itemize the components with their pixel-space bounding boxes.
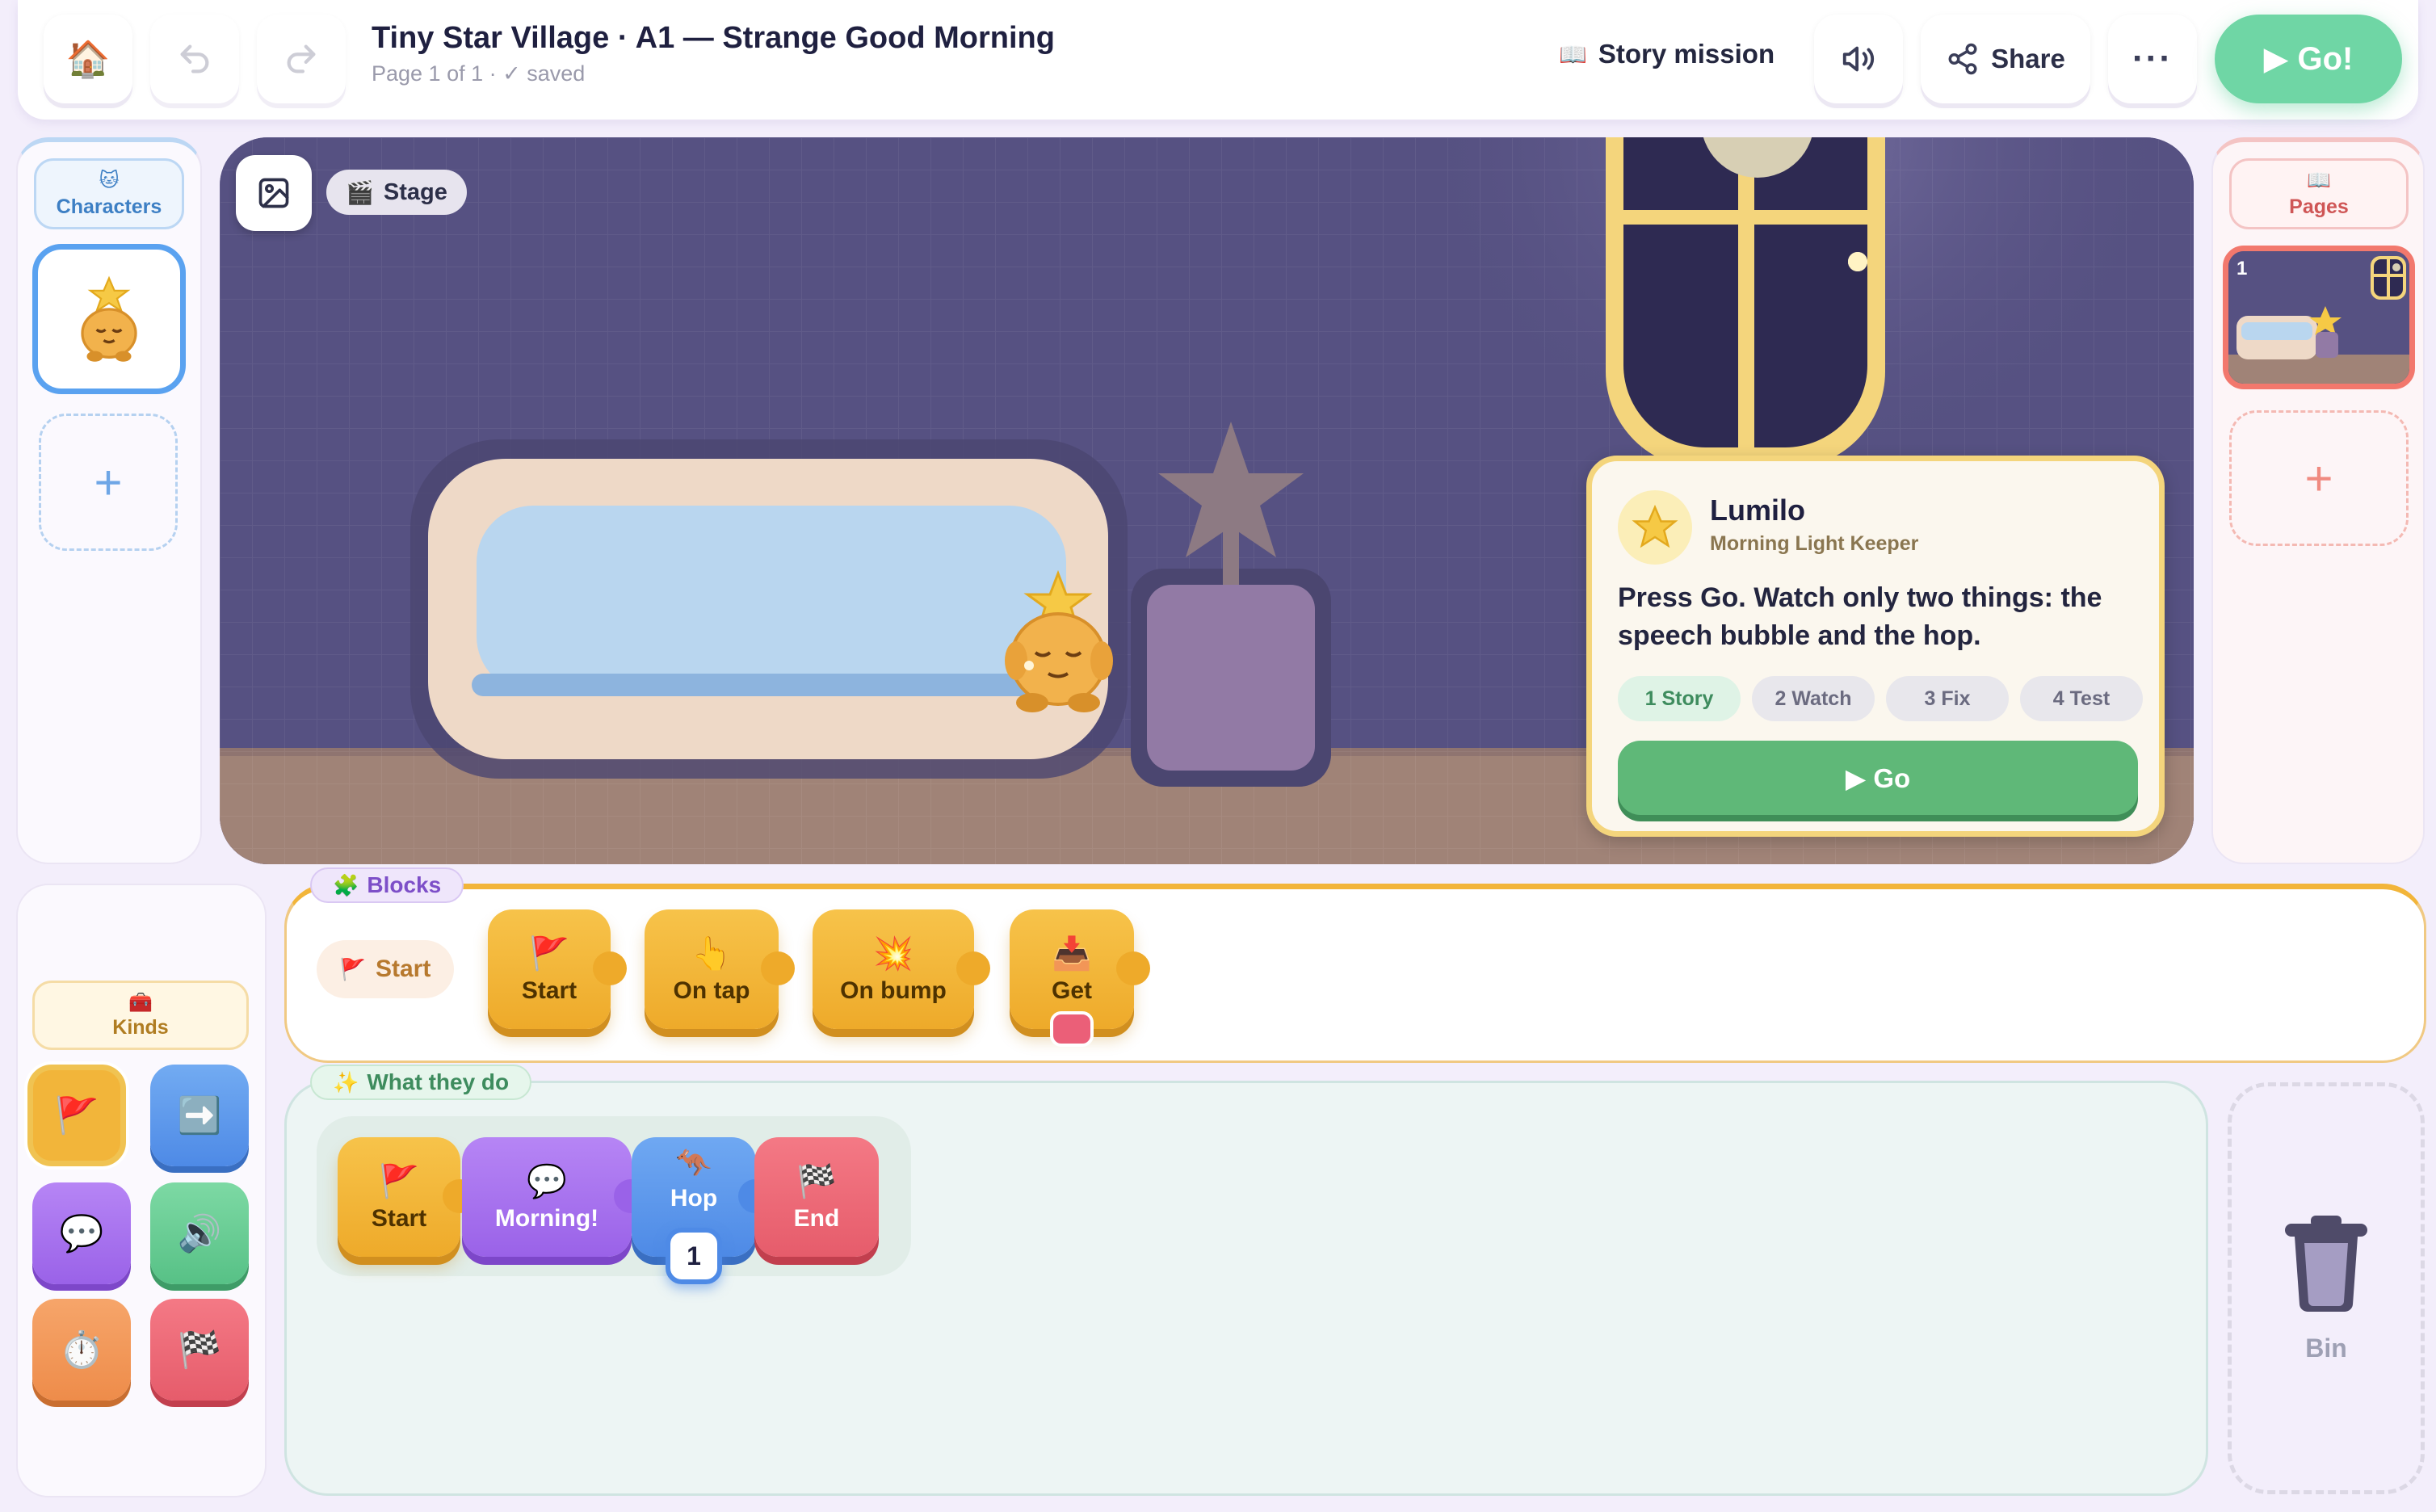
script-block-hop[interactable]: 🦘 Hop 1	[632, 1137, 772, 1284]
category-start-chip[interactable]: 🚩 Start	[317, 940, 454, 998]
step-fix[interactable]: 3 Fix	[1886, 676, 2009, 721]
go-button[interactable]: ▶ Go!	[2215, 15, 2402, 103]
kind-motion[interactable]: ➡️	[150, 1065, 249, 1166]
bin-dropzone[interactable]: Bin	[2228, 1082, 2425, 1494]
checkered-flag-icon: 🏁	[796, 1163, 837, 1199]
mission-go-button[interactable]: ▶ Go	[1618, 741, 2138, 815]
background-picker-button[interactable]	[236, 155, 312, 231]
book-icon: 📖	[1559, 41, 1587, 67]
palette-block-on-tap[interactable]: 👆 On tap	[645, 909, 795, 1029]
kind-end[interactable]: 🏁	[150, 1299, 249, 1401]
pages-tab[interactable]: 📖 Pages	[2229, 158, 2409, 229]
palette-block-on-bump[interactable]: 💥 On bump	[813, 909, 990, 1029]
kind-looks[interactable]: 💬	[32, 1182, 131, 1284]
step-watch[interactable]: 2 Watch	[1752, 676, 1875, 721]
script-block-start[interactable]: 🚩 Start	[338, 1137, 477, 1257]
puzzle-icon: 🧩	[333, 872, 359, 897]
mission-character-name: Lumilo	[1710, 494, 1805, 527]
script-block-say[interactable]: 💬 Morning!	[462, 1137, 648, 1257]
undo-icon	[180, 44, 209, 74]
clapper-icon: 🎬	[346, 179, 374, 205]
arrow-right-icon: ➡️	[177, 1096, 222, 1136]
speech-bubble-icon: 💬	[527, 1163, 567, 1199]
story-mission-button[interactable]: 📖 Story mission	[1559, 39, 1774, 69]
toolbox-icon: 🧰	[128, 992, 153, 1014]
add-page-button[interactable]: +	[2229, 410, 2409, 546]
mission-card: Lumilo Morning Light Keeper Press Go. Wa…	[1586, 456, 2165, 837]
redo-button[interactable]	[257, 15, 346, 103]
save-status: Page 1 of 1 · ✓ saved	[372, 61, 586, 86]
kind-control[interactable]: ⏱️	[32, 1299, 131, 1401]
more-dots-icon: ···	[2132, 39, 2173, 78]
trash-icon	[2285, 1215, 2367, 1312]
redo-icon	[287, 44, 316, 74]
bin-label: Bin	[2305, 1333, 2347, 1363]
red-flag-icon: 🚩	[54, 1096, 99, 1136]
collision-icon: 💥	[873, 935, 914, 972]
mission-character-role: Morning Light Keeper	[1710, 532, 1919, 555]
step-story[interactable]: 1 Story	[1618, 676, 1741, 721]
story-mission-label: Story mission	[1598, 39, 1775, 69]
hop-count-input[interactable]: 1	[666, 1228, 722, 1284]
sound-button[interactable]	[1814, 15, 1903, 103]
share-icon	[1948, 43, 1977, 75]
speech-bubble-icon: 💬	[59, 1214, 104, 1254]
color-swatch[interactable]	[1050, 1011, 1094, 1047]
speaker-icon: 🔊	[177, 1214, 222, 1254]
character-thumb-lumilo[interactable]	[32, 244, 186, 394]
program-tab-label: ✨ What they do	[310, 1065, 532, 1100]
house-icon: 🏠	[65, 40, 111, 79]
kinds-tab[interactable]: 🧰 Kinds	[32, 981, 249, 1050]
share-button[interactable]: Share	[1921, 15, 2090, 103]
red-flag-icon: 🚩	[529, 935, 569, 972]
more-button[interactable]: ···	[2108, 15, 2197, 103]
mission-message: Press Go. Watch only two things: the spe…	[1618, 582, 2102, 651]
timer-icon: ⏱️	[59, 1330, 104, 1370]
tap-finger-icon: 👆	[691, 935, 732, 972]
step-test[interactable]: 4 Test	[2020, 676, 2143, 721]
mission-steps: 1 Story 2 Watch 3 Fix 4 Test	[1618, 676, 2143, 721]
sparkles-icon: ✨	[333, 1069, 359, 1094]
kangaroo-icon: 🦘	[675, 1146, 712, 1179]
add-character-button[interactable]: +	[39, 414, 178, 551]
characters-tab[interactable]: 🐱 Characters	[34, 158, 184, 229]
lumilo-icon	[81, 275, 137, 362]
home-button[interactable]: 🏠	[44, 15, 132, 103]
page-thumb-number: 1	[2236, 258, 2248, 279]
stage-label: 🎬 Stage	[326, 170, 467, 215]
red-flag-icon: 🚩	[339, 956, 366, 981]
undo-button[interactable]	[150, 15, 239, 103]
image-icon	[258, 178, 289, 208]
page-thumb-preview	[2228, 251, 2409, 384]
checkered-flag-icon: 🏁	[177, 1330, 222, 1370]
script-block-end[interactable]: 🏁 End	[754, 1137, 879, 1257]
star-icon	[1632, 504, 1678, 548]
project-title: Tiny Star Village · A1 — Strange Good Mo…	[372, 21, 1055, 55]
stage-label-text: Stage	[383, 178, 447, 205]
characters-label: Characters	[56, 195, 162, 218]
lumilo-avatar	[1618, 490, 1692, 565]
pages-label: Pages	[2289, 195, 2349, 218]
inbox-icon: 📥	[1052, 935, 1092, 972]
book-icon: 📖	[2307, 170, 2331, 191]
cat-icon: 🐱	[99, 170, 120, 191]
share-label: Share	[1991, 44, 2065, 74]
red-flag-icon: 🚩	[379, 1163, 419, 1199]
kind-sound[interactable]: 🔊	[150, 1182, 249, 1284]
palette-block-start[interactable]: 🚩 Start	[488, 909, 627, 1029]
kind-events[interactable]: 🚩	[27, 1065, 126, 1166]
page-thumb-1[interactable]: 1	[2223, 246, 2415, 389]
palette-block-get[interactable]: 📥 Get	[1010, 909, 1150, 1047]
speaker-icon	[1842, 46, 1875, 72]
blocks-tab-label: 🧩 Blocks	[310, 867, 464, 903]
